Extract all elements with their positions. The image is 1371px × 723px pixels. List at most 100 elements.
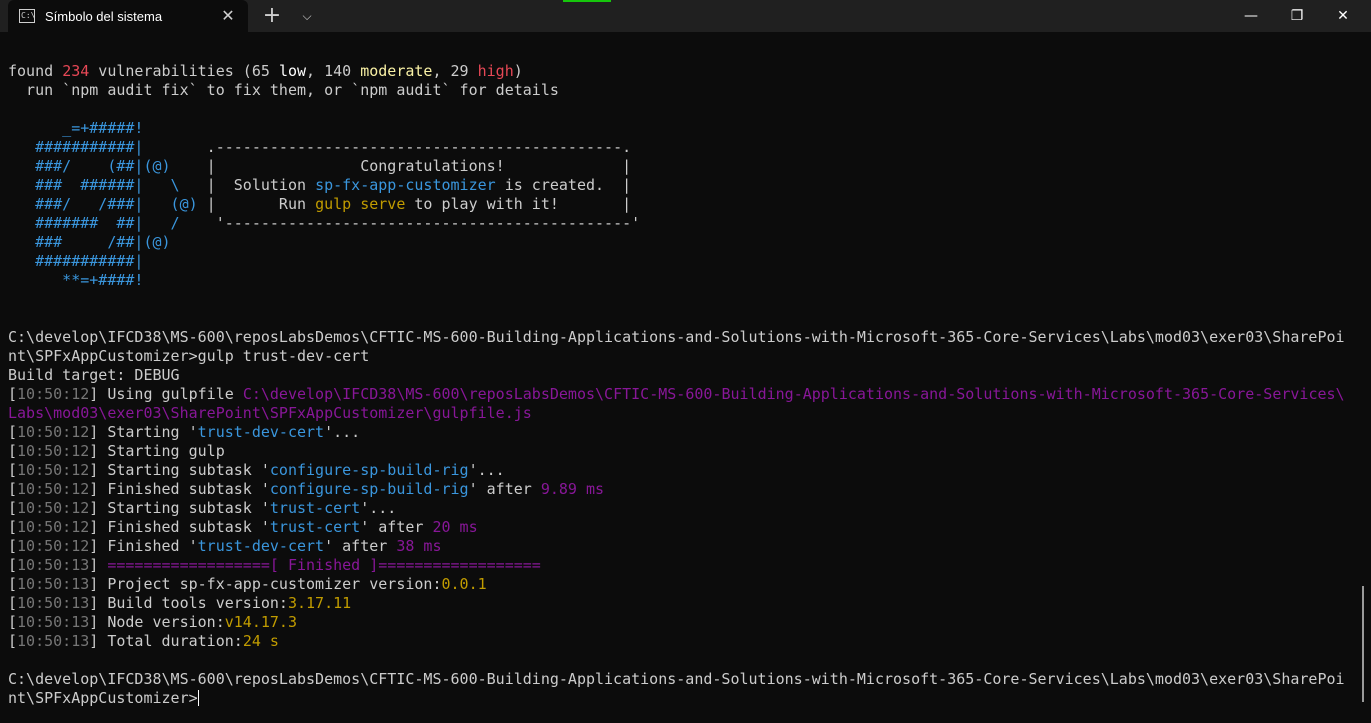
terminal-text-segment: [: [8, 480, 18, 498]
terminal-text-segment: to play with it! |: [405, 195, 632, 213]
terminal-text-segment: 234: [62, 62, 90, 80]
terminal-line: [10:50:12] Starting subtask 'trust-cert'…: [8, 499, 396, 518]
terminal-text-segment: _=+#####!: [8, 119, 144, 137]
new-tab-icon[interactable]: +: [260, 4, 284, 28]
terminal-text-segment: C:\develop\IFCD38\MS-600\reposLabsDemos\…: [242, 385, 1345, 403]
terminal-text-segment: ==================[ Finished ]==========…: [107, 556, 541, 574]
terminal-text-segment: [: [8, 594, 18, 612]
terminal-line: Labs\mod03\exer03\SharePoint\SPFxAppCust…: [8, 404, 532, 423]
terminal-text-segment: is created. |: [495, 176, 632, 194]
terminal-text-segment: configure-sp-build-rig: [269, 480, 469, 498]
terminal-text-segment: nt\SPFxAppCustomizer>gulp trust-dev-cert: [8, 347, 370, 365]
tab-simbolo-del-sistema[interactable]: C:\ Símbolo del sistema ✕: [8, 0, 248, 32]
terminal-text-segment: 20 ms: [432, 518, 478, 536]
terminal-text-segment: ### ######| \: [8, 176, 180, 194]
terminal-line: ###########| .--------------------------…: [8, 138, 631, 157]
terminal-text-segment: C:\develop\IFCD38\MS-600\reposLabsDemos\…: [8, 670, 1345, 688]
terminal-text-segment: ] Starting subtask ': [89, 499, 270, 517]
terminal-line: [10:50:12] Starting subtask 'configure-s…: [8, 461, 505, 480]
terminal-line: [10:50:12] Finished subtask 'configure-s…: [8, 480, 604, 499]
terminal-text-segment: ] Total duration:: [89, 632, 243, 650]
terminal-line: run `npm audit fix` to fix them, or `npm…: [8, 81, 559, 100]
terminal-line: nt\SPFxAppCustomizer>gulp trust-dev-cert: [8, 347, 369, 366]
terminal-line: [10:50:13] Build tools version:3.17.11: [8, 594, 351, 613]
terminal-output[interactable]: found 234 vulnerabilities (65 low, 140 m…: [8, 42, 1358, 717]
terminal-text-segment: .---------------------------------------…: [143, 138, 632, 156]
terminal-text-segment: C:\develop\IFCD38\MS-600\reposLabsDemos\…: [8, 328, 1345, 346]
terminal-text-segment: ] Build tools version:: [89, 594, 288, 612]
terminal-line: ###########|: [8, 252, 143, 271]
terminal-line: [10:50:13] Node version:v14.17.3: [8, 613, 297, 632]
terminal-line: [10:50:13] Project sp-fx-app-customizer …: [8, 575, 487, 594]
terminal-line: **=+####!: [8, 271, 143, 290]
terminal-text-segment: ###/ (##|(@): [8, 157, 171, 175]
close-window-button[interactable]: ✕: [1320, 0, 1366, 32]
terminal-text-segment: [: [8, 613, 18, 631]
terminal-text-segment: 10:50:12: [17, 423, 90, 441]
maximize-button[interactable]: ❐: [1274, 0, 1320, 32]
terminal-text-segment: low: [278, 62, 307, 80]
terminal-text-segment: ): [513, 62, 523, 80]
terminal-line: [10:50:12] Finished subtask 'trust-cert'…: [8, 518, 478, 537]
terminal-text-segment: Build target: DEBUG: [8, 366, 180, 384]
terminal-line: found 234 vulnerabilities (65 low, 140 m…: [8, 62, 523, 81]
terminal-text-segment: trust-cert: [269, 499, 361, 517]
terminal-text-segment: trust-dev-cert: [197, 423, 325, 441]
terminal-text-segment: [: [8, 575, 18, 593]
terminal-text-segment: [: [8, 385, 18, 403]
command-prompt-icon: C:\: [19, 9, 35, 23]
terminal-text-segment: '---------------------------------------…: [179, 214, 641, 232]
close-tab-icon[interactable]: ✕: [218, 6, 238, 26]
terminal-line: Build target: DEBUG: [8, 366, 180, 385]
terminal-text-segment: [: [8, 556, 18, 574]
text-cursor: [197, 690, 199, 706]
terminal-text-segment: ### /##|(@): [8, 233, 171, 251]
terminal-text-segment: 10:50:12: [17, 442, 90, 460]
terminal-line: nt\SPFxAppCustomizer>: [8, 689, 199, 708]
terminal-text-segment: 10:50:12: [17, 480, 90, 498]
terminal-text-segment: ###########|: [8, 138, 144, 156]
terminal-text-segment: gulp serve: [315, 195, 406, 213]
terminal-text-segment: ] Finished ': [89, 537, 198, 555]
terminal-text-segment: | Congratulations! |: [170, 157, 632, 175]
terminal-line: C:\develop\IFCD38\MS-600\reposLabsDemos\…: [8, 670, 1345, 689]
terminal-text-segment: [: [8, 442, 18, 460]
terminal-line: ###/ (##|(@) | Congratulations! |: [8, 157, 631, 176]
terminal-line: C:\develop\IFCD38\MS-600\reposLabsDemos\…: [8, 328, 1345, 347]
terminal-text-segment: run `npm audit fix` to fix them, or `npm…: [8, 81, 559, 99]
terminal-text-segment: ####### ##| /: [8, 214, 180, 232]
terminal-text-segment: '...: [324, 423, 361, 441]
chevron-down-icon[interactable]: ⌵: [296, 4, 318, 28]
terminal-text-segment: trust-cert: [269, 518, 361, 536]
terminal-text-segment: 10:50:13: [17, 613, 90, 631]
terminal-text-segment: ###########|: [8, 252, 144, 270]
terminal-text-segment: ' after: [360, 518, 433, 536]
terminal-text-segment: '...: [468, 461, 505, 479]
tab-title: Símbolo del sistema: [45, 8, 163, 24]
terminal-text-segment: 3.17.11: [287, 594, 352, 612]
terminal-text-segment: 38 ms: [396, 537, 442, 555]
terminal-text-segment: found: [8, 62, 63, 80]
terminal-text-segment: ###/ /###| (@): [8, 195, 198, 213]
scrollbar-thumb[interactable]: [1362, 586, 1364, 702]
terminal-line: ### ######| \ | Solution sp-fx-app-custo…: [8, 176, 631, 195]
terminal-text-segment: [: [8, 423, 18, 441]
terminal-text-segment: ] Starting gulp: [89, 442, 225, 460]
terminal-text-segment: '...: [360, 499, 397, 517]
terminal-text-segment: ] Starting subtask ': [89, 461, 270, 479]
terminal-text-segment: high: [477, 62, 514, 80]
terminal-text-segment: 10:50:12: [17, 518, 90, 536]
terminal-line: ###/ /###| (@) | Run gulp serve to play …: [8, 195, 631, 214]
terminal-text-segment: 10:50:13: [17, 594, 90, 612]
terminal-text-segment: | Solution: [179, 176, 316, 194]
minimize-button[interactable]: —: [1228, 0, 1274, 32]
terminal-text-segment: 10:50:13: [17, 556, 90, 574]
terminal-text-segment: v14.17.3: [224, 613, 297, 631]
terminal-text-segment: vulnerabilities (65: [89, 62, 279, 80]
terminal-text-segment: 24 s: [242, 632, 279, 650]
terminal-text-segment: Labs\mod03\exer03\SharePoint\SPFxAppCust…: [8, 404, 532, 422]
terminal-text-segment: [: [8, 499, 18, 517]
terminal-text-segment: ] Starting ': [89, 423, 198, 441]
terminal-text-segment: 10:50:12: [17, 499, 90, 517]
terminal-line: [10:50:12] Starting 'trust-dev-cert'...: [8, 423, 360, 442]
